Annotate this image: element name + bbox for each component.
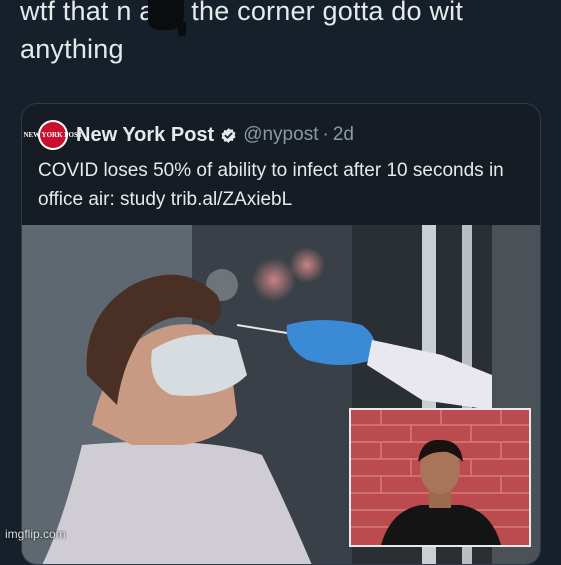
nypost-logo[interactable]: NEW YORK POST <box>23 120 83 150</box>
imgflip-watermark: imgflip.com <box>5 527 66 541</box>
inset-photo-person <box>351 410 529 545</box>
tweet-header: NEW YORK POST New York Post @nypost · 2d <box>23 118 354 152</box>
meta-separator: · <box>322 124 329 145</box>
verified-badge-icon <box>221 127 236 143</box>
logo-text: NEW YORK POST <box>23 131 83 139</box>
tweet-age[interactable]: 2d <box>333 124 354 146</box>
account-name[interactable]: New York Post <box>76 124 214 147</box>
redaction-mark-tail <box>178 22 186 36</box>
account-handle[interactable]: @nypost <box>243 124 318 146</box>
tweet-text: COVID loses 50% of ability to infect aft… <box>38 160 504 210</box>
meme-caption: wtf that n a in the corner gotta do wit … <box>20 0 464 64</box>
inset-photo[interactable] <box>349 408 531 547</box>
